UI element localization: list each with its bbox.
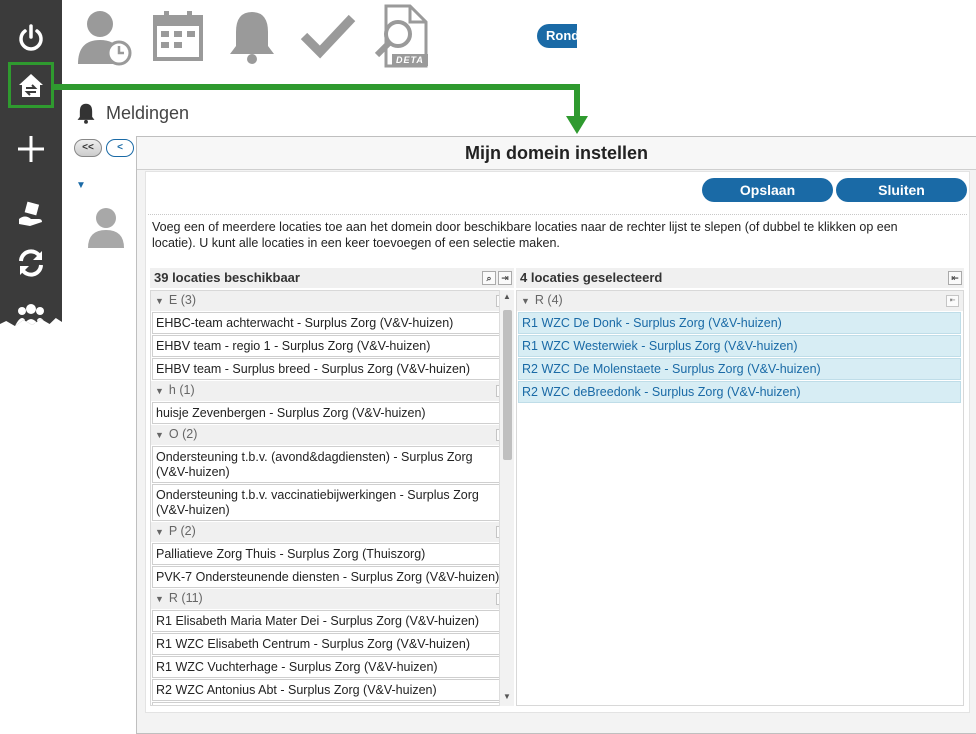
domain-dialog: Mijn domein instellen Opslaan Sluiten Vo… xyxy=(136,136,976,734)
group-header[interactable]: ▼h (1)⇥ xyxy=(151,381,513,401)
group-header[interactable]: ▼ R (4) ⇤ xyxy=(517,291,963,311)
group-header[interactable]: ▼E (3)⇥ xyxy=(151,291,513,311)
available-count-label: 39 locaties beschikbaar xyxy=(154,270,300,285)
save-button[interactable]: Opslaan xyxy=(702,178,833,202)
location-item[interactable]: EHBV team - Surplus breed - Surplus Zorg… xyxy=(152,358,511,380)
expand-icon[interactable]: ▼ xyxy=(76,180,86,191)
location-item[interactable]: PVK-7 Ondersteunende diensten - Surplus … xyxy=(152,566,511,588)
selected-list-panel: 4 locaties geselecteerd ⇤ ▼ R (4) ⇤ R1 WZC … xyxy=(516,268,964,706)
location-item[interactable]: R2 WZC Antonius Abt extra - Surplus Zorg… xyxy=(152,702,511,705)
selected-list[interactable]: ▼ R (4) ⇤ R1 WZC De Donk - Surplus Zorg (V&… xyxy=(516,290,964,706)
selected-count-label: 4 locaties geselecteerd xyxy=(520,270,663,285)
dialog-title: Mijn domein instellen xyxy=(137,137,976,170)
page-title-row: Meldingen xyxy=(76,102,189,124)
bell-small-icon xyxy=(77,103,95,124)
sidebar xyxy=(0,0,62,326)
location-item[interactable]: R1 WZC Westerwiek - Surplus Zorg (V&V-hu… xyxy=(518,335,961,357)
location-item[interactable]: R1 WZC Elisabeth Centrum - Surplus Zorg … xyxy=(152,633,511,655)
page-title: Meldingen xyxy=(106,102,190,123)
document-search-icon[interactable]: DETA xyxy=(370,4,434,68)
dialog-body: Opslaan Sluiten Voeg een of meerdere loc… xyxy=(145,171,970,713)
group-label: R (11) xyxy=(168,591,203,605)
location-item[interactable]: R2 WZC Antonius Abt - Surplus Zorg (V&V-… xyxy=(152,679,511,701)
collapse-icon[interactable]: ▼ xyxy=(155,296,164,306)
collapse-icon[interactable]: ▼ xyxy=(155,527,164,537)
location-item[interactable]: R1 Elisabeth Maria Mater Dei - Surplus Z… xyxy=(152,610,511,632)
group-header[interactable]: ▼O (2)⇥ xyxy=(151,425,513,445)
pager: << < xyxy=(74,139,134,157)
search-icon[interactable]: ⌕ xyxy=(482,271,496,285)
available-header: 39 locaties beschikbaar ⌕ ⇥ xyxy=(150,268,514,288)
location-item[interactable]: Ondersteuning t.b.v. (avond&dagdiensten)… xyxy=(152,446,511,483)
available-scrollbar[interactable]: ▲ ▼ xyxy=(499,290,514,706)
collapse-icon[interactable]: ▼ xyxy=(521,296,530,306)
check-icon[interactable] xyxy=(296,4,360,68)
location-item[interactable]: huisje Zevenbergen - Surplus Zorg (V&V-h… xyxy=(152,402,511,424)
add-all-icon[interactable]: ⇥ xyxy=(498,271,512,285)
bell-icon[interactable] xyxy=(220,4,284,68)
close-button[interactable]: Sluiten xyxy=(836,178,967,202)
location-item[interactable]: R1 WZC De Donk - Surplus Zorg (V&V-huize… xyxy=(518,312,961,334)
hand-box-icon[interactable] xyxy=(9,192,53,236)
prev-page-button[interactable]: < xyxy=(106,139,134,157)
scroll-down-icon[interactable]: ▼ xyxy=(500,692,514,704)
refresh-icon[interactable] xyxy=(9,241,53,285)
available-list[interactable]: ▼E (3)⇥EHBC-team achterwacht - Surplus Z… xyxy=(150,290,514,706)
ronde-button[interactable]: Rond xyxy=(537,24,577,48)
remove-group-icon[interactable]: ⇤ xyxy=(946,295,959,307)
collapse-icon[interactable]: ▼ xyxy=(155,594,164,604)
selected-header: 4 locaties geselecteerd ⇤ xyxy=(516,268,964,288)
location-item[interactable]: EHBV team - regio 1 - Surplus Zorg (V&V-… xyxy=(152,335,511,357)
group-label: P (2) xyxy=(168,524,196,538)
scroll-up-icon[interactable]: ▲ xyxy=(500,292,514,304)
group-header[interactable]: ▼P (2)⇥ xyxy=(151,522,513,542)
group-label: E (3) xyxy=(168,293,197,307)
calendar-icon[interactable] xyxy=(146,4,210,68)
location-item[interactable]: Palliatieve Zorg Thuis - Surplus Zorg (T… xyxy=(152,543,511,565)
document-badge: DETA xyxy=(396,55,424,65)
home-switch-icon[interactable] xyxy=(8,62,54,108)
group-label: R (4) xyxy=(534,293,563,307)
users-icon[interactable] xyxy=(9,292,53,326)
collapse-icon[interactable]: ▼ xyxy=(155,386,164,396)
group-header[interactable]: ▼R (11)⇥ xyxy=(151,589,513,609)
scroll-thumb[interactable] xyxy=(503,310,512,460)
avatar xyxy=(86,206,126,253)
user-clock-icon[interactable] xyxy=(72,4,136,68)
group-label: O (2) xyxy=(168,427,198,441)
location-item[interactable]: R2 WZC De Molenstaete - Surplus Zorg (V&… xyxy=(518,358,961,380)
location-item[interactable]: Ondersteuning t.b.v. vaccinatiebijwerkin… xyxy=(152,484,511,521)
first-page-button[interactable]: << xyxy=(74,139,102,157)
collapse-icon[interactable]: ▼ xyxy=(155,430,164,440)
plus-icon[interactable] xyxy=(9,127,53,171)
instruction-text: Voeg een of meerdere locaties toe aan he… xyxy=(152,220,898,250)
power-icon[interactable] xyxy=(9,16,53,60)
location-item[interactable]: R1 WZC Vuchterhage - Surplus Zorg (V&V-h… xyxy=(152,656,511,678)
location-item[interactable]: R2 WZC deBreedonk - Surplus Zorg (V&V-hu… xyxy=(518,381,961,403)
available-list-panel: 39 locaties beschikbaar ⌕ ⇥ ▼ E (3) ⇥ EHBC-… xyxy=(150,268,514,706)
group-label: h (1) xyxy=(168,383,195,397)
remove-all-icon[interactable]: ⇤ xyxy=(948,271,962,285)
location-item[interactable]: EHBC-team achterwacht - Surplus Zorg (V&… xyxy=(152,312,511,334)
